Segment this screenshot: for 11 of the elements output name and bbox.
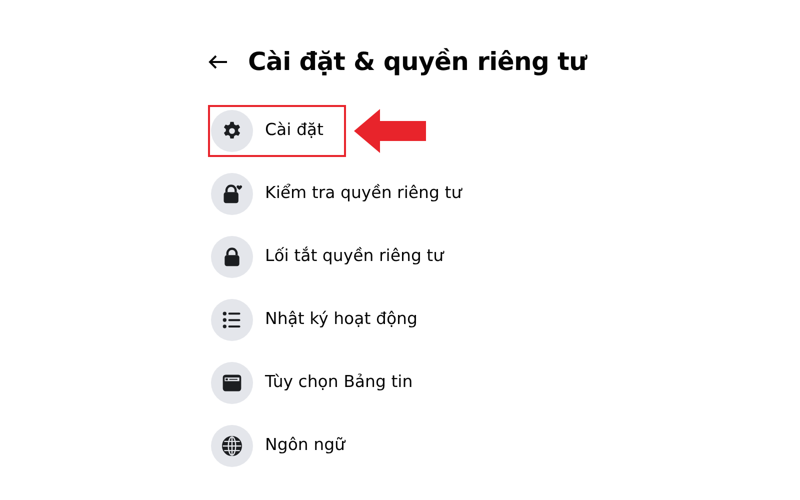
menu-item[interactable]: Nhật ký hoạt động	[208, 294, 440, 346]
globe-icon	[221, 434, 243, 456]
menu-item[interactable]: Lối tắt quyền riêng tư	[208, 230, 466, 282]
menu-item[interactable]: Ngôn ngữ	[208, 420, 368, 472]
lock-heart-icon	[221, 182, 243, 204]
menu-item[interactable]: Kiểm tra quyền riêng tư	[208, 168, 484, 220]
menu-item[interactable]: Tùy chọn Bảng tin	[208, 356, 435, 408]
back-icon[interactable]	[208, 54, 228, 70]
gear-icon	[221, 120, 243, 142]
menu-item[interactable]: Cài đặt	[208, 104, 346, 156]
page-title: Cài đặt & quyền riêng tư	[248, 47, 587, 77]
